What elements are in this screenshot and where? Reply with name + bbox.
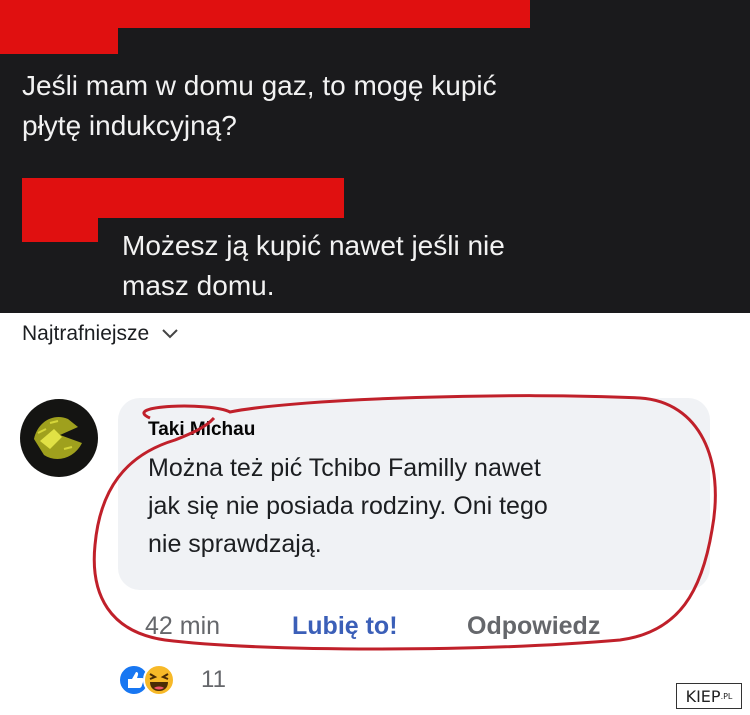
post-question-line: Jeśli mam w domu gaz, to mogę kupić	[22, 70, 497, 101]
watermark-logo: KIEP .PL	[676, 683, 742, 709]
avatar[interactable]	[20, 399, 98, 477]
reactions-summary[interactable]	[118, 663, 176, 697]
comment-text-line: jak się nie posiada rodziny. Oni tego	[148, 492, 548, 520]
sort-dropdown[interactable]: Najtrafniejsze	[22, 322, 179, 346]
redaction-bar-top-left	[0, 28, 118, 54]
chevron-down-icon	[162, 329, 178, 339]
avatar-image	[20, 399, 98, 477]
comment-author[interactable]: Taki Michau	[148, 419, 255, 441]
post-question-line: płytę indukcyjną?	[22, 110, 237, 141]
sort-label: Najtrafniejsze	[22, 322, 150, 345]
watermark-text: KIEP	[685, 686, 721, 706]
watermark-suffix: .PL	[720, 691, 733, 701]
redaction-bar-name-tail	[22, 218, 98, 242]
redaction-bar-name	[22, 178, 344, 218]
redaction-bar-top	[0, 0, 530, 28]
post-answer: Możesz ją kupić nawet jeśli nie masz dom…	[122, 226, 505, 306]
post-answer-line: masz domu.	[122, 270, 275, 301]
comment-timestamp[interactable]: 42 min	[145, 612, 220, 641]
post-answer-line: Możesz ją kupić nawet jeśli nie	[122, 230, 505, 261]
post-question: Jeśli mam w domu gaz, to mogę kupić płyt…	[22, 66, 497, 146]
comment-text-line: nie sprawdzają.	[148, 530, 322, 558]
haha-reaction-icon	[143, 664, 175, 696]
comment-text: Można też pić Tchibo Familly nawet jak s…	[148, 449, 693, 563]
comment-text-line: Można też pić Tchibo Familly nawet	[148, 454, 541, 482]
reactions-count[interactable]: 11	[201, 666, 226, 694]
like-button[interactable]: Lubię to!	[292, 612, 398, 641]
reply-button[interactable]: Odpowiedz	[467, 612, 600, 641]
